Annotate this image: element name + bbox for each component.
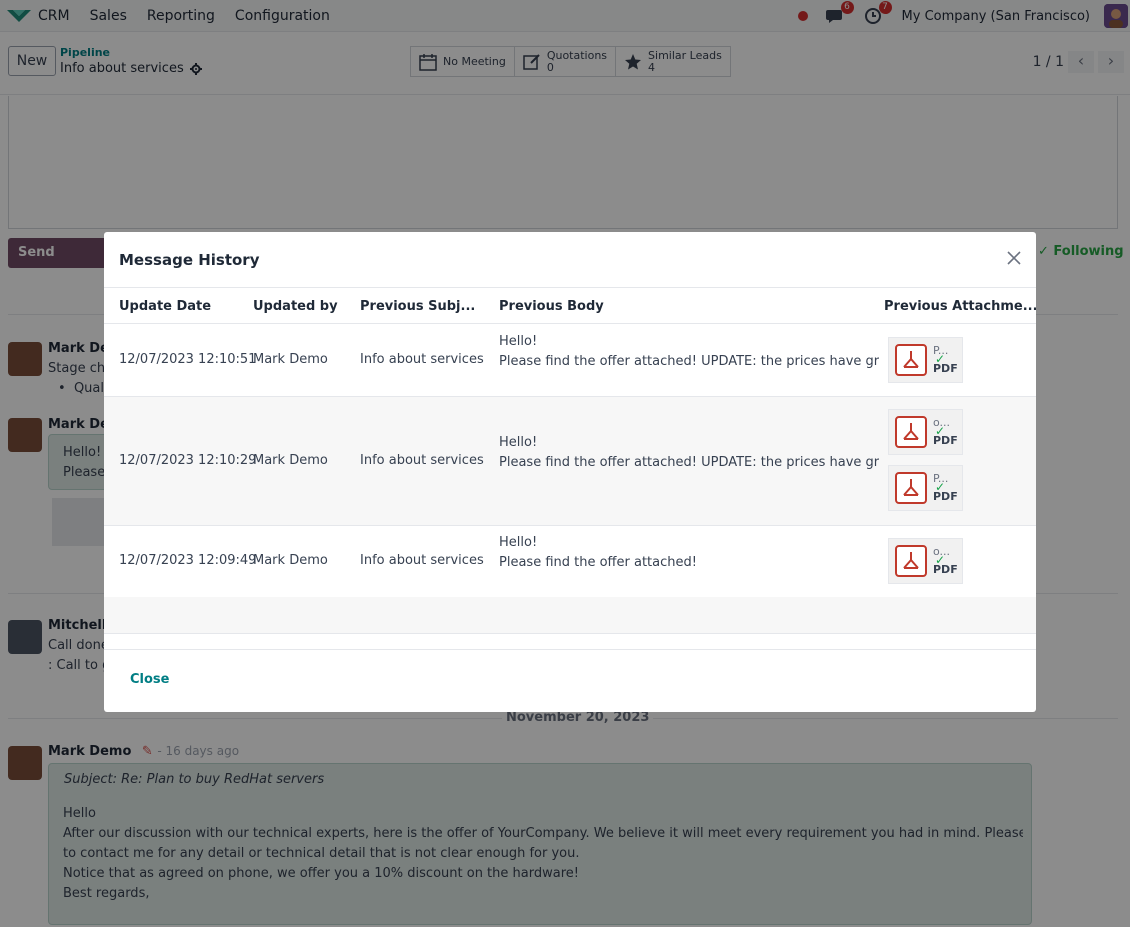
attachment-card[interactable]: P... ✓ PDF [888, 465, 963, 511]
attachment-ext: PDF [933, 362, 958, 375]
pdf-icon [895, 416, 927, 448]
row-date: 12/07/2023 12:10:51 [119, 352, 257, 367]
close-icon[interactable] [1004, 250, 1024, 270]
row-body-line: Hello! [499, 535, 538, 550]
row-updated-by: Mark Demo [253, 453, 328, 468]
table-header: Update Date Updated by Previous Subj... … [104, 289, 1036, 324]
empty-row [104, 597, 1036, 634]
dialog-footer-divider [104, 649, 1036, 650]
row-body-line: Please find the offer attached! [499, 555, 697, 570]
close-button[interactable]: Close [130, 672, 169, 687]
row-body-line: Please find the offer attached! UPDATE: … [499, 455, 879, 470]
col-update-date[interactable]: Update Date [119, 299, 211, 314]
pdf-icon [895, 472, 927, 504]
row-subject: Info about services [360, 453, 484, 468]
row-body: Hello! Please find the offer attached! U… [499, 332, 879, 372]
row-date: 12/07/2023 12:10:29 [119, 453, 257, 468]
col-previous-body[interactable]: Previous Body [499, 299, 604, 314]
attachment-ext: PDF [933, 563, 958, 576]
row-subject: Info about services [360, 553, 484, 568]
row-body-line: Please find the offer attached! UPDATE: … [499, 354, 879, 369]
pdf-icon [895, 344, 927, 376]
attachment-ext: PDF [933, 434, 958, 447]
table-row[interactable]: 12/07/2023 12:09:49 Mark Demo Info about… [104, 526, 1036, 598]
row-body-line: Hello! [499, 334, 538, 349]
col-previous-attachments[interactable]: Previous Attachme... [884, 299, 1036, 314]
row-subject: Info about services [360, 352, 484, 367]
row-date: 12/07/2023 12:09:49 [119, 553, 257, 568]
row-body: Hello! Please find the offer attached! U… [499, 433, 879, 473]
dialog-title: Message History [119, 251, 260, 269]
attachment-card[interactable]: P... ✓ PDF [888, 337, 963, 383]
pdf-icon [895, 545, 927, 577]
row-updated-by: Mark Demo [253, 553, 328, 568]
col-updated-by[interactable]: Updated by [253, 299, 338, 314]
attachment-card[interactable]: o... ✓ PDF [888, 538, 963, 584]
dialog-header: Message History [104, 232, 1036, 288]
table-row[interactable]: 12/07/2023 12:10:51 Mark Demo Info about… [104, 325, 1036, 397]
row-body-line: Hello! [499, 435, 538, 450]
attachment-card[interactable]: o... ✓ PDF [888, 409, 963, 455]
table-row[interactable]: 12/07/2023 12:10:29 Mark Demo Info about… [104, 397, 1036, 526]
row-body: Hello! Please find the offer attached! [499, 533, 879, 573]
attachment-ext: PDF [933, 490, 958, 503]
row-updated-by: Mark Demo [253, 352, 328, 367]
col-previous-subject[interactable]: Previous Subj... [360, 299, 475, 314]
message-history-dialog: Message History Update Date Updated by P… [104, 232, 1036, 712]
